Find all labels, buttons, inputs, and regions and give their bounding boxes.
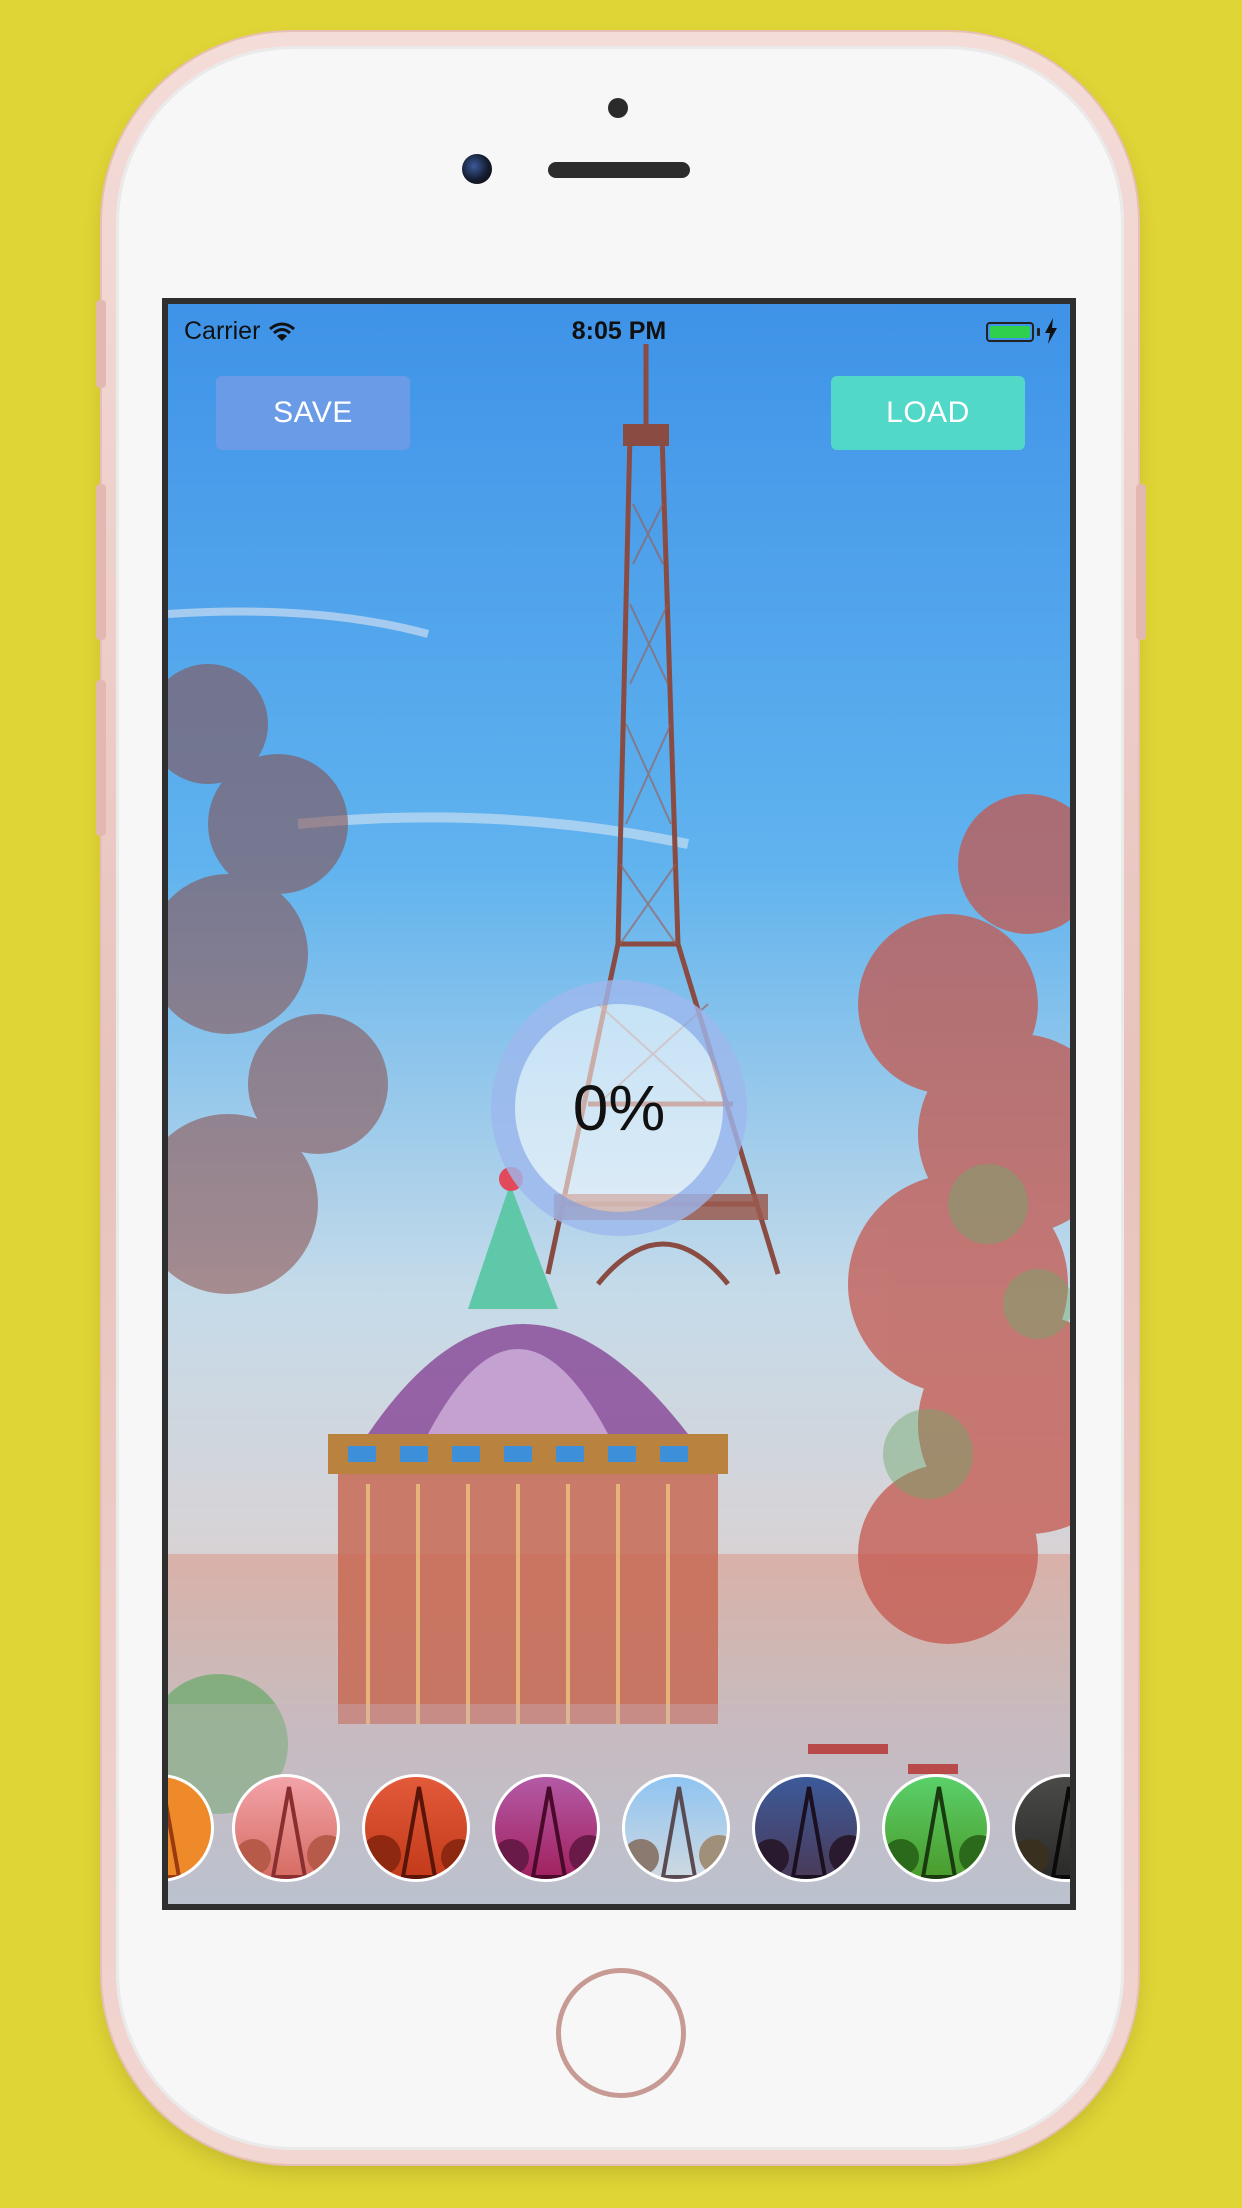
proximity-sensor (608, 98, 628, 118)
earpiece-speaker (548, 162, 690, 178)
charging-icon (1045, 318, 1057, 344)
status-bar: Carrier 8:05 PM (168, 304, 1070, 354)
clock: 8:05 PM (571, 317, 667, 345)
battery-level (990, 326, 1030, 338)
progress-label: 0% (572, 1072, 666, 1144)
filter-thumbnail-orange[interactable] (168, 1774, 214, 1882)
home-button[interactable] (556, 1968, 686, 2098)
battery-icon (986, 322, 1034, 342)
filter-thumbnail-warm-pink[interactable] (232, 1774, 340, 1882)
battery-cap (1037, 328, 1040, 336)
filter-thumbnail-green[interactable] (882, 1774, 990, 1882)
volume-up-button (96, 484, 106, 640)
screen: Carrier 8:05 PM SAVE LOAD 0% (162, 298, 1076, 1910)
filter-strip (168, 1768, 1070, 1888)
filter-thumbnail-light-blue[interactable] (622, 1774, 730, 1882)
filter-thumbnail-red[interactable] (362, 1774, 470, 1882)
filter-thumbnail-magenta[interactable] (492, 1774, 600, 1882)
photo-view: Carrier 8:05 PM SAVE LOAD 0% (168, 304, 1070, 1904)
load-button[interactable]: LOAD (831, 376, 1025, 450)
save-button[interactable]: SAVE (216, 376, 410, 450)
power-button (1136, 484, 1146, 640)
filter-thumbnail-dark-blue[interactable] (752, 1774, 860, 1882)
mute-switch (96, 300, 106, 388)
filter-thumbnail-dark[interactable] (1012, 1774, 1070, 1882)
volume-down-button (96, 680, 106, 836)
front-camera (462, 154, 492, 184)
